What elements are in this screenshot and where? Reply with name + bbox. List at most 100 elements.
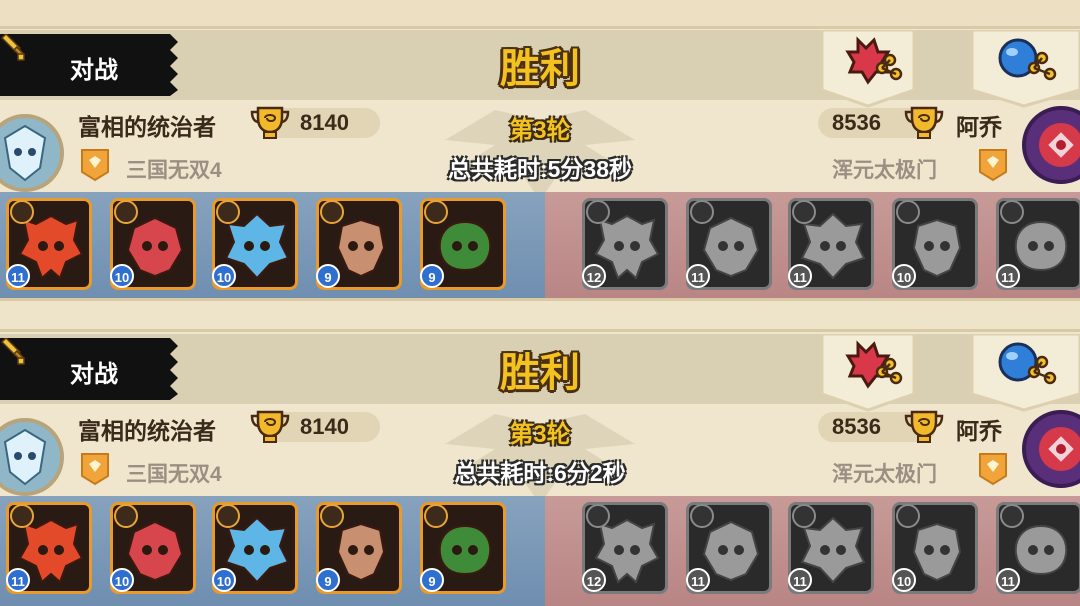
- hero-class-icon: [10, 200, 34, 224]
- ally-hero-card[interactable]: 9: [316, 198, 402, 290]
- enemy-hero-card[interactable]: 10: [892, 198, 978, 290]
- trophy-icon: [904, 106, 944, 139]
- player-score-left: 8140: [300, 110, 349, 135]
- enemy-hero-card[interactable]: 11: [686, 198, 772, 290]
- battle-tag: 对战: [0, 34, 180, 96]
- battle-card-2[interactable]: 对战 胜利 富相的统治者 8140 三国无双4 第3轮 总共耗时:6分2秒 85…: [0, 334, 1080, 606]
- result-title: 胜利: [500, 351, 580, 395]
- hero-class-icon: [586, 504, 610, 528]
- hero-level-badge: 10: [110, 264, 134, 288]
- enemy-hero-card[interactable]: 11: [788, 502, 874, 594]
- player-score-left: 8140: [300, 414, 349, 439]
- ally-hero-card[interactable]: 10: [212, 198, 298, 290]
- guild-name-left: 三国无双4: [126, 159, 222, 182]
- enemy-hero-card[interactable]: 12: [582, 502, 668, 594]
- guild-name-right: 浑元太极门: [832, 159, 937, 182]
- enemy-hero-card[interactable]: 12: [582, 198, 668, 290]
- player-name-left: 富相的统治者: [78, 114, 216, 140]
- hero-level-badge: 10: [110, 568, 134, 592]
- trophy-icon: [904, 410, 944, 443]
- hero-class-icon: [792, 504, 816, 528]
- hero-class-icon: [424, 504, 448, 528]
- player-avatar-right[interactable]: [1022, 106, 1080, 184]
- hero-class-icon: [792, 200, 816, 224]
- hero-level-badge: 11: [996, 264, 1020, 288]
- hero-class-icon: [424, 200, 448, 224]
- hero-level-badge: 10: [892, 264, 916, 288]
- hero-class-icon: [690, 504, 714, 528]
- hero-level-badge: 10: [212, 264, 236, 288]
- guild-banner-icon: [81, 453, 109, 486]
- player-avatar-left[interactable]: [0, 418, 64, 496]
- ally-hero-card[interactable]: 9: [316, 502, 402, 594]
- player-name-right: 阿乔: [956, 418, 1002, 444]
- sword-icon: [0, 338, 26, 365]
- hero-level-badge: 12: [582, 264, 606, 288]
- guild-name-left: 三国无双4: [126, 463, 222, 486]
- share-tab-blue[interactable]: [968, 30, 1080, 108]
- hero-level-badge: 10: [892, 568, 916, 592]
- ally-hero-card[interactable]: 10: [212, 502, 298, 594]
- hero-class-icon: [320, 200, 344, 224]
- hero-class-icon: [10, 504, 34, 528]
- ally-hero-card[interactable]: 11: [6, 198, 92, 290]
- player-name-left: 富相的统治者: [78, 418, 216, 444]
- trophy-icon: [250, 106, 290, 139]
- hero-level-badge: 9: [420, 264, 444, 288]
- guild-banner-icon: [979, 149, 1007, 182]
- trophy-icon: [250, 410, 290, 443]
- hero-level-badge: 9: [420, 568, 444, 592]
- player-avatar-left[interactable]: [0, 114, 64, 192]
- battle-tag: 对战: [0, 338, 180, 400]
- ally-hero-card[interactable]: 9: [420, 502, 506, 594]
- round-label: 第3轮: [509, 421, 571, 448]
- enemy-hero-card[interactable]: 10: [892, 502, 978, 594]
- hero-level-badge: 9: [316, 264, 340, 288]
- hero-class-icon: [690, 200, 714, 224]
- ally-hero-card[interactable]: 9: [420, 198, 506, 290]
- card-divider: [0, 298, 1080, 332]
- battle-card-1[interactable]: 对战 胜利 富相的统治者 8140 三国无双4 第3轮 总共耗时:5分38秒 8…: [0, 30, 1080, 320]
- enemy-hero-card[interactable]: 11: [788, 198, 874, 290]
- guild-banner-icon: [979, 453, 1007, 486]
- hero-class-icon: [586, 200, 610, 224]
- sword-icon: [0, 34, 26, 61]
- hero-class-icon: [320, 504, 344, 528]
- guild-name-right: 浑元太极门: [832, 463, 937, 486]
- hero-class-icon: [114, 200, 138, 224]
- ally-hero-card[interactable]: 11: [6, 502, 92, 594]
- duration-label: 总共耗时:6分2秒: [454, 460, 626, 486]
- hero-level-badge: 11: [6, 568, 30, 592]
- hero-class-icon: [114, 504, 138, 528]
- duration-label: 总共耗时:5分38秒: [447, 156, 633, 182]
- round-label: 第3轮: [509, 117, 571, 144]
- share-tab-red[interactable]: [818, 30, 918, 108]
- hero-level-badge: 11: [996, 568, 1020, 592]
- hero-class-icon: [216, 200, 240, 224]
- hero-class-icon: [216, 504, 240, 528]
- hero-class-icon: [896, 504, 920, 528]
- player-name-right: 阿乔: [956, 114, 1002, 140]
- hero-level-badge: 11: [686, 568, 710, 592]
- hero-level-badge: 10: [212, 568, 236, 592]
- hero-class-icon: [1000, 504, 1024, 528]
- player-score-right: 8536: [832, 110, 881, 135]
- share-tab-red[interactable]: [818, 334, 918, 412]
- hero-class-icon: [1000, 200, 1024, 224]
- enemy-hero-card[interactable]: 11: [686, 502, 772, 594]
- hero-level-badge: 12: [582, 568, 606, 592]
- hero-level-badge: 11: [788, 264, 812, 288]
- share-tab-blue[interactable]: [968, 334, 1080, 412]
- ally-hero-card[interactable]: 10: [110, 198, 196, 290]
- enemy-hero-card[interactable]: 11: [996, 502, 1080, 594]
- top-strip: [0, 0, 1080, 29]
- ally-hero-card[interactable]: 10: [110, 502, 196, 594]
- battle-tab-label: 对战: [70, 361, 118, 388]
- hero-class-icon: [896, 200, 920, 224]
- player-score-right: 8536: [832, 414, 881, 439]
- guild-banner-icon: [81, 149, 109, 182]
- battle-tab-label: 对战: [70, 57, 118, 84]
- hero-level-badge: 11: [788, 568, 812, 592]
- enemy-hero-card[interactable]: 11: [996, 198, 1080, 290]
- player-avatar-right[interactable]: [1022, 410, 1080, 488]
